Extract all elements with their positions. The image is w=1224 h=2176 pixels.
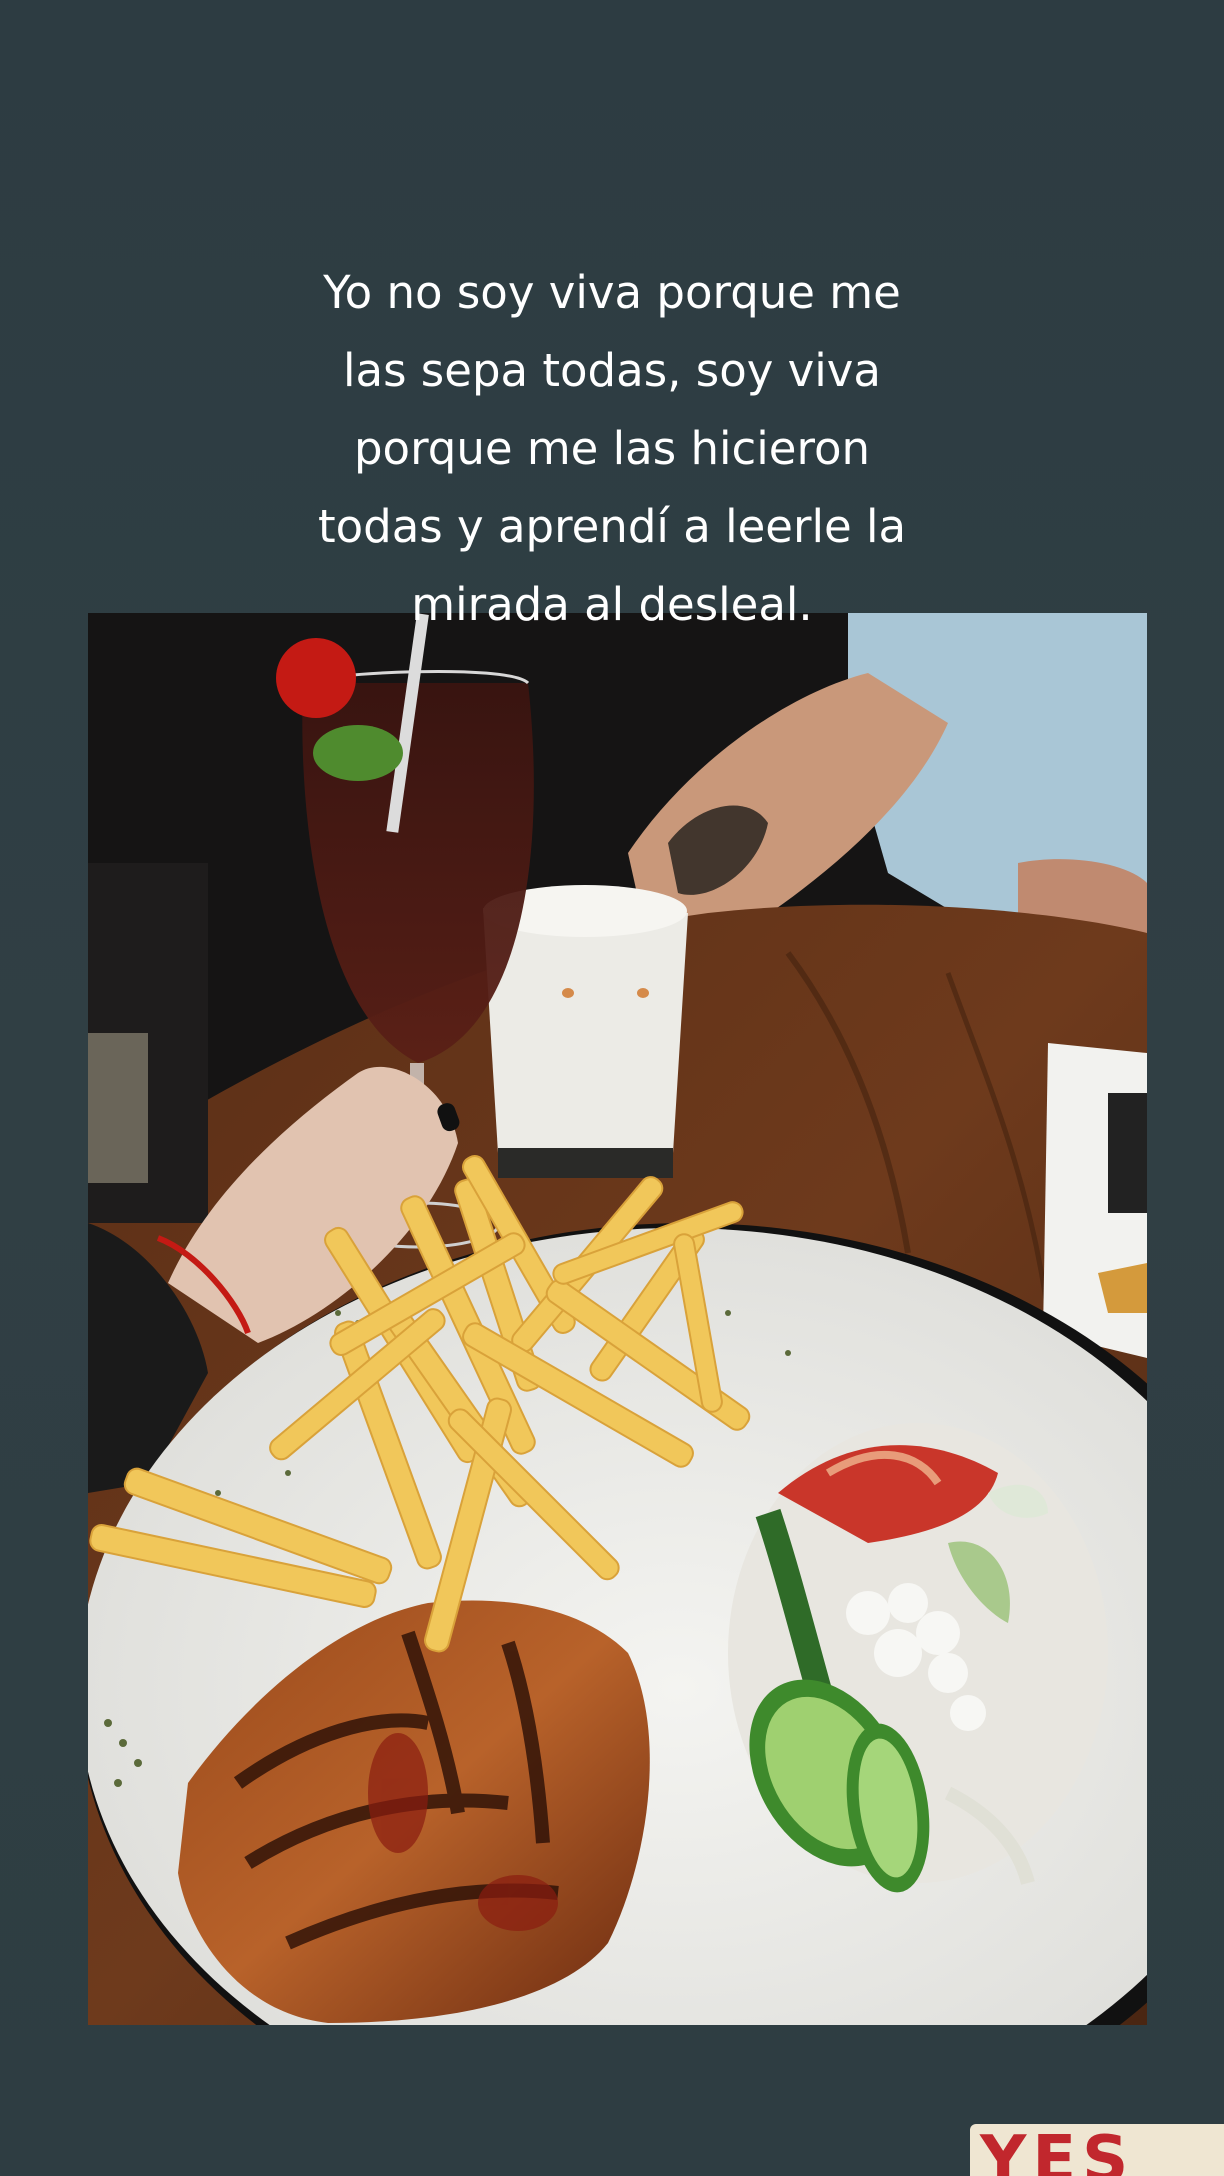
story-photo (88, 613, 1147, 2025)
sticker-label: YES (980, 2124, 1135, 2176)
story-caption: Yo no soy viva porque me las sepa todas,… (317, 266, 907, 631)
yes-sticker[interactable]: YES (970, 2124, 1224, 2176)
